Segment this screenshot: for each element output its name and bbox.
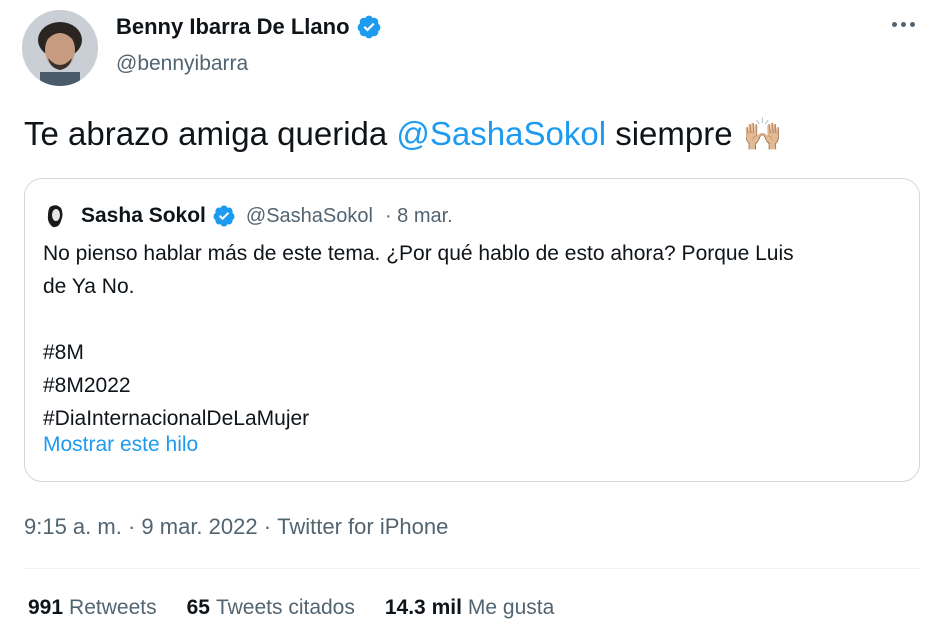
tweet-text: Te abrazo amiga querida @SashaSokol siem…	[24, 115, 782, 153]
tweet-text-after: siempre	[606, 115, 733, 152]
more-options-icon[interactable]	[888, 18, 919, 31]
quoted-text-line: de Ya No.	[43, 275, 135, 298]
hashtag: #8M	[43, 341, 84, 364]
retweets-stat[interactable]: 991 Retweets	[28, 596, 157, 620]
retweets-count: 991	[28, 596, 64, 619]
hashtag: #8M2022	[43, 374, 131, 397]
likes-stat[interactable]: 14.3 mil Me gusta	[385, 596, 554, 620]
author-handle[interactable]: @bennyibarra	[116, 52, 248, 76]
hashtag: #DiaInternacionalDeLaMujer	[43, 407, 310, 430]
tweet-date[interactable]: 9 mar. 2022	[141, 514, 257, 540]
tweet-source[interactable]: Twitter for iPhone	[277, 514, 448, 540]
author-name[interactable]: Benny Ibarra De Llano	[116, 14, 350, 40]
quoted-avatar-image	[41, 201, 71, 231]
tweet-time[interactable]: 9:15 a. m.	[24, 514, 122, 540]
quoted-author-avatar	[41, 201, 71, 231]
author-avatar[interactable]	[22, 10, 98, 86]
quoted-text-line: No pienso hablar más de este tema. ¿Por …	[43, 242, 794, 265]
quote-tweets-count: 65	[186, 596, 210, 619]
likes-count: 14.3 mil	[384, 596, 462, 619]
tweet-meta: 9:15 a. m. · 9 mar. 2022 · Twitter for i…	[24, 514, 448, 540]
meta-separator: ·	[257, 514, 278, 539]
likes-label: Me gusta	[467, 596, 555, 619]
divider	[24, 568, 920, 569]
tweet-text-before: Te abrazo amiga querida	[24, 115, 397, 152]
show-thread-link[interactable]: Mostrar este hilo	[43, 433, 198, 457]
engagement-stats: 991 Retweets 65 Tweets citados 14.3 mil …	[28, 596, 554, 620]
quoted-tweet-card[interactable]: Sasha Sokol @SashaSokol · 8 mar. No pien…	[24, 178, 920, 482]
meta-separator: ·	[121, 514, 142, 539]
quoted-author-name: Sasha Sokol	[81, 204, 206, 227]
quoted-tweet-body: No pienso hablar más de este tema. ¿Por …	[43, 237, 903, 435]
author-name-row[interactable]: Benny Ibarra De Llano	[116, 14, 382, 40]
verified-badge-icon	[357, 15, 380, 39]
quoted-verified-badge-icon	[213, 205, 235, 227]
mention-link[interactable]: @SashaSokol	[396, 115, 606, 153]
quote-tweets-stat[interactable]: 65 Tweets citados	[187, 596, 355, 620]
quote-tweets-label: Tweets citados	[215, 596, 355, 619]
quoted-author-handle: @SashaSokol	[245, 204, 373, 227]
retweets-label: Retweets	[69, 596, 157, 619]
raising-hands-emoji: 🙌🏼	[742, 116, 783, 152]
quoted-tweet-header: Sasha Sokol @SashaSokol · 8 mar.	[41, 201, 453, 231]
author-avatar-image	[22, 10, 98, 86]
quoted-tweet-date: · 8 mar.	[384, 204, 453, 227]
